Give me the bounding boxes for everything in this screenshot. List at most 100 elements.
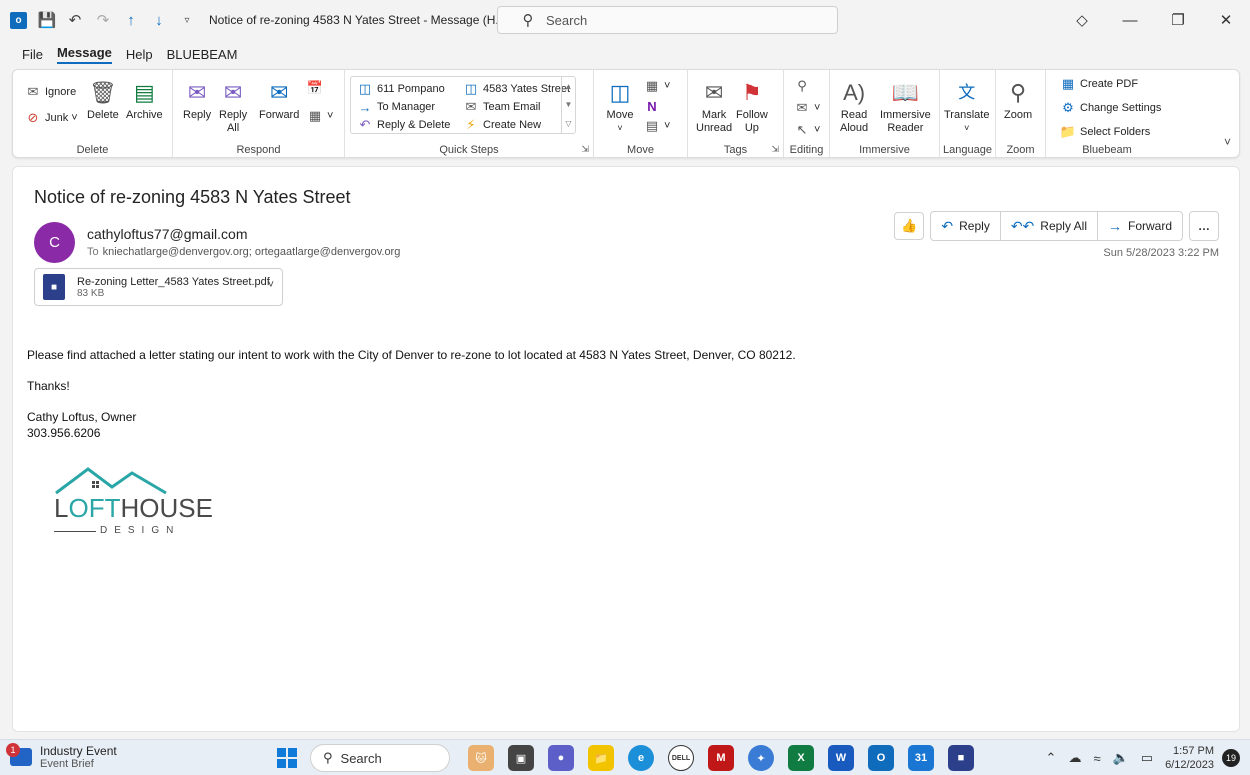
menu-message[interactable]: Message bbox=[56, 45, 112, 64]
group-editing: ⚲ ✉ ˅ ↖ ˅ Editing bbox=[784, 70, 830, 159]
mcafee-icon[interactable]: M bbox=[708, 745, 734, 771]
reply-button[interactable]: ↶ Reply bbox=[931, 212, 1001, 240]
quick-step-to-manager[interactable]: → To Manager bbox=[357, 99, 436, 115]
notification-badge[interactable]: 19 bbox=[1222, 749, 1240, 767]
follow-up-button[interactable]: ⚑ Follow Up bbox=[736, 78, 768, 135]
actions-button[interactable]: ▤ ˅ bbox=[644, 118, 671, 134]
chat-icon[interactable]: ● bbox=[548, 745, 574, 771]
group-language: 文 Translate ˅ Language bbox=[940, 70, 996, 159]
minimize-button[interactable]: — bbox=[1106, 0, 1154, 40]
logo-accent: OFT bbox=[68, 493, 121, 523]
zoom-button[interactable]: ⚲ Zoom bbox=[1004, 78, 1032, 122]
avatar[interactable]: C bbox=[34, 222, 75, 263]
undo-icon[interactable]: ↶ bbox=[63, 8, 87, 32]
create-pdf-button[interactable]: ▦ Create PDF bbox=[1060, 76, 1138, 92]
network-status-icon[interactable]: ☁ bbox=[1068, 750, 1081, 766]
quick-step-team-email[interactable]: ✉ Team Email bbox=[463, 99, 541, 115]
battery-icon[interactable]: ▭ bbox=[1141, 750, 1153, 766]
menu-help[interactable]: Help bbox=[126, 47, 153, 62]
dell-icon[interactable]: DELL bbox=[668, 745, 694, 771]
search-icon: ⚲ bbox=[522, 12, 534, 29]
file-explorer-icon[interactable]: 📁 bbox=[588, 745, 614, 771]
delete-button[interactable]: 🗑 Delete bbox=[87, 78, 119, 122]
like-button[interactable]: 👍 bbox=[894, 212, 925, 240]
read-aloud-icon: A) bbox=[843, 79, 866, 105]
immersive-reader-button[interactable]: 📖 Immersive Reader bbox=[880, 78, 931, 135]
quick-step-label: Create New bbox=[483, 119, 542, 131]
find-button[interactable]: ⚲ bbox=[794, 78, 814, 94]
dialog-launcher-icon[interactable]: ⇲ bbox=[771, 144, 779, 155]
cat-icon[interactable]: 🐱 bbox=[468, 745, 494, 771]
close-button[interactable]: ✕ bbox=[1202, 0, 1250, 40]
save-icon[interactable]: 💾 bbox=[35, 8, 59, 32]
attachment-card[interactable]: ■ Re-zoning Letter_4583 Yates Street.pdf… bbox=[34, 268, 283, 306]
change-settings-button[interactable]: ⚙ Change Settings bbox=[1060, 100, 1161, 116]
start-button[interactable] bbox=[277, 748, 297, 768]
junk-button[interactable]: ⊘ Junk ˅ bbox=[25, 110, 78, 126]
search-input[interactable]: ⚲ Search bbox=[497, 6, 838, 34]
widgets-button[interactable]: 1 Industry Event Event Brief bbox=[6, 743, 117, 770]
quick-steps-scrollbar[interactable]: ▲ ▼ ▽ bbox=[561, 77, 575, 133]
quick-step-reply-delete[interactable]: ↶ Reply & Delete bbox=[357, 117, 451, 133]
expand-gallery-icon[interactable]: ▽ bbox=[565, 119, 571, 128]
ribbon-expand-icon[interactable]: ˅ bbox=[1224, 135, 1231, 149]
translate-button[interactable]: 文 Translate ˅ bbox=[944, 78, 989, 135]
menu-file[interactable]: File bbox=[22, 47, 43, 62]
previous-item-icon[interactable]: ↑ bbox=[119, 8, 143, 32]
reply-all-label-1: Reply bbox=[219, 109, 248, 121]
dialog-launcher-icon[interactable]: ⇲ bbox=[581, 144, 589, 155]
select-button[interactable]: ↖ ˅ bbox=[794, 122, 821, 138]
more-respond-button[interactable]: ▦ ˅ bbox=[307, 108, 334, 124]
ellipsis-icon: … bbox=[1198, 219, 1210, 233]
calendar-app-icon[interactable]: 31 bbox=[908, 745, 934, 771]
ignore-button[interactable]: ✉ Ignore bbox=[25, 84, 77, 100]
word-icon[interactable]: W bbox=[828, 745, 854, 771]
volume-icon[interactable]: 🔈 bbox=[1113, 750, 1129, 766]
group-label-tags: Tags bbox=[723, 144, 748, 156]
copilot-icon[interactable]: ✦ bbox=[748, 745, 774, 771]
pdf-icon: ▦ bbox=[1061, 76, 1075, 91]
move-button[interactable]: ◫ Move ˅ bbox=[606, 78, 634, 135]
chevron-up-icon[interactable]: ⌃ bbox=[1046, 750, 1057, 766]
rules-button[interactable]: ▦ ˅ bbox=[644, 78, 671, 94]
menu-bluebeam[interactable]: BLUEBEAM bbox=[167, 47, 238, 62]
ribbon-reply-button[interactable]: ✉ Reply bbox=[183, 78, 211, 122]
clock[interactable]: 1:57 PM 6/12/2023 bbox=[1165, 744, 1214, 772]
ribbon-forward-button[interactable]: ✉ Forward bbox=[259, 78, 299, 122]
quick-step-611-pompano[interactable]: ◫ 611 Pompano bbox=[357, 81, 445, 97]
edge-icon[interactable]: e bbox=[628, 745, 654, 771]
customize-toolbar-icon[interactable]: ▿ bbox=[175, 8, 199, 32]
sender-address[interactable]: cathyloftus77@gmail.com bbox=[87, 226, 248, 242]
outlook-taskbar-icon[interactable]: O bbox=[868, 745, 894, 771]
reading-pane: Notice of re-zoning 4583 N Yates Street … bbox=[12, 166, 1240, 732]
forward-button[interactable]: → Forward bbox=[1098, 212, 1182, 240]
recipient-list[interactable]: kniechatlarge@denvergov.org; ortegaatlar… bbox=[103, 246, 401, 258]
read-aloud-button[interactable]: A) Read Aloud bbox=[840, 78, 868, 135]
archive-button[interactable]: ▤ Archive bbox=[126, 78, 163, 122]
next-item-icon[interactable]: ↓ bbox=[147, 8, 171, 32]
task-view-icon[interactable]: ▣ bbox=[508, 745, 534, 771]
scroll-down-icon[interactable]: ▼ bbox=[565, 100, 573, 109]
chevron-down-icon[interactable]: ˅ bbox=[268, 279, 274, 291]
reply-label: Reply bbox=[183, 109, 212, 121]
onenote-button[interactable]: N bbox=[644, 98, 664, 114]
mark-unread-button[interactable]: ✉ Mark Unread bbox=[696, 78, 732, 135]
ribbon-reply-all-button[interactable]: ✉ Reply All bbox=[219, 78, 247, 135]
more-actions-button[interactable]: … bbox=[1189, 211, 1219, 241]
diamond-icon[interactable]: ◇ bbox=[1058, 0, 1106, 40]
taskbar-search[interactable]: ⚲ Search bbox=[310, 744, 450, 772]
restore-button[interactable]: ❐ bbox=[1154, 0, 1202, 40]
select-folders-button[interactable]: 📁 Select Folders bbox=[1060, 124, 1150, 140]
redo-icon[interactable]: ↷ bbox=[91, 8, 115, 32]
meeting-reply-button[interactable]: 📅 bbox=[307, 80, 327, 96]
reply-all-arrow-icon: ↶↶ bbox=[1010, 217, 1035, 234]
quick-step-create-new[interactable]: ⚡ Create New bbox=[463, 117, 541, 133]
bluebeam-icon[interactable]: ■ bbox=[948, 745, 974, 771]
wifi-icon[interactable]: ≈ bbox=[1093, 751, 1100, 766]
excel-icon[interactable]: X bbox=[788, 745, 814, 771]
quick-step-4583-yates[interactable]: ◫ 4583 Yates Street bbox=[463, 81, 570, 97]
reply-all-button[interactable]: ↶↶ Reply All bbox=[1001, 212, 1098, 240]
scroll-up-icon[interactable]: ▲ bbox=[565, 82, 573, 91]
forward-arrow-icon: → bbox=[1107, 218, 1122, 234]
related-button[interactable]: ✉ ˅ bbox=[794, 100, 821, 116]
